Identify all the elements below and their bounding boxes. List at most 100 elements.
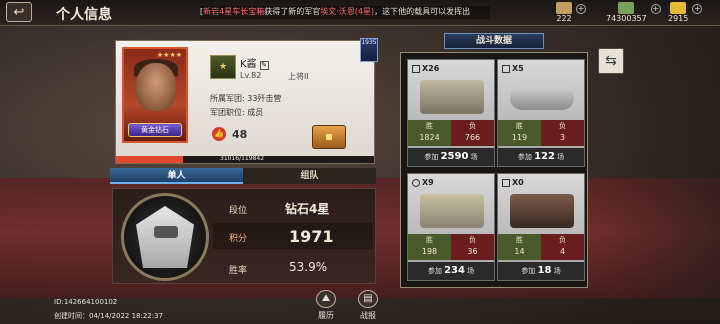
- avatar[interactable]: ★★★★ 黄金钻石: [122, 47, 188, 143]
- battle-data-title: 战斗数据: [444, 33, 544, 49]
- join-label: 参加: [424, 153, 439, 161]
- unit-count: X26: [412, 64, 439, 73]
- battle-report-button[interactable]: ▤ 战报: [348, 290, 388, 321]
- lose-label: 负: [469, 122, 476, 130]
- back-button[interactable]: ↩: [6, 2, 32, 22]
- unit-count: X0: [502, 178, 524, 187]
- tab-team[interactable]: 组队: [243, 168, 376, 184]
- winrate-value: 53.9%: [289, 260, 328, 274]
- share-button[interactable]: ⇆: [598, 48, 624, 74]
- rank-medal-icon: [121, 193, 209, 281]
- share-icon: ⇆: [605, 53, 617, 69]
- helicopter-icon: [502, 64, 510, 73]
- unit-stats: 胜 14 负4: [498, 234, 584, 260]
- chest-icon[interactable]: [312, 125, 346, 149]
- unit-count-text: X9: [422, 178, 434, 187]
- unit-card-helicopter[interactable]: X5 胜 119 负3 参加 122 场: [497, 59, 585, 167]
- tier-value: 钻石4星: [285, 202, 330, 216]
- lose-label: 负: [559, 122, 566, 130]
- losses-cell: 负 766: [451, 120, 494, 146]
- tab-solo[interactable]: 单人: [110, 168, 243, 184]
- resource-cash-value: 74300357: [606, 14, 647, 23]
- profile-card: ★★★★ 黄金钻石 ★ K酱 ✎ Lv.82 上将II 所属军团: 33歼击营 军…: [115, 40, 375, 164]
- resource-medals-value: 222: [556, 14, 572, 23]
- history-icon: ⛰: [316, 290, 336, 308]
- avatar-badge: 黄金钻石: [128, 123, 182, 137]
- resource-gold: 2915 +: [668, 2, 703, 23]
- unit-count-text: X5: [512, 64, 524, 73]
- resource-cash: 74300357 +: [606, 2, 661, 23]
- ifv-image: [420, 194, 484, 228]
- score-label: 积分: [229, 234, 248, 244]
- losses-cell: 负3: [541, 120, 584, 146]
- player-id: ID:142664100102: [54, 298, 118, 306]
- wins-value: 119: [511, 133, 528, 142]
- unit-total: 参加 234 场: [408, 262, 494, 280]
- add-medals-button[interactable]: +: [576, 4, 586, 14]
- losses-value: 766: [464, 133, 481, 142]
- gold-icon: [670, 2, 687, 14]
- artillery-image: [510, 194, 574, 228]
- likes[interactable]: 👍 48: [212, 127, 247, 141]
- flag-icon: 1935: [360, 38, 378, 62]
- wins-cell: 胜 198: [408, 234, 451, 260]
- player-level: Lv.82: [240, 71, 262, 80]
- unit-count-text: X0: [512, 178, 524, 187]
- edit-name-icon[interactable]: ✎: [259, 61, 269, 70]
- avatar-stars: ★★★★: [156, 51, 182, 59]
- wins-cell: 胜 119: [498, 120, 541, 146]
- wins-cell: 胜 14: [498, 234, 541, 260]
- exp-progress-fill: [116, 156, 183, 163]
- helicopter-image: [510, 86, 574, 110]
- rank-insignia-icon: ★: [210, 55, 236, 79]
- medal-icon: [556, 2, 572, 14]
- losses-cell: 负 36: [451, 234, 494, 260]
- battle-data-panel: X26 胜 1824 负 766 参加 2590 场 X5 胜 119 负3 参加 1…: [400, 52, 588, 288]
- unit-card-artillery[interactable]: X0 胜 14 负4 参加 18 场: [497, 173, 585, 281]
- unit-stats: 胜 1824 负 766: [408, 120, 494, 146]
- thumbs-up-icon: 👍: [212, 127, 226, 141]
- broadcast-marquee: [新岩4星车长宝箱获得了新的军官埃文·沃恩(4星)，这下他的载具可以发挥出: [200, 6, 490, 19]
- player-corps: 所属军团: 33歼击营: [210, 94, 282, 103]
- rank-panel: 段位 钻石4星 积分 1971 胜率 53.9%: [112, 188, 376, 284]
- total-value: 234: [444, 265, 465, 276]
- ifv-icon: [412, 178, 420, 187]
- cash-icon: [618, 2, 635, 14]
- unit-total: 参加 122 场: [498, 148, 584, 166]
- win-label: 胜: [516, 236, 523, 244]
- times-label: 场: [470, 153, 478, 161]
- wins-value: 14: [514, 247, 525, 256]
- unit-card-ifv[interactable]: X9 胜 198 负 36 参加 234 场: [407, 173, 495, 281]
- unit-card-tank[interactable]: X26 胜 1824 负 766 参加 2590 场: [407, 59, 495, 167]
- medal-tank-icon: [154, 226, 178, 238]
- history-button[interactable]: ⛰ 履历: [306, 290, 346, 321]
- join-label: 参加: [427, 267, 442, 275]
- marquee-officer: 埃文·沃恩(4星): [320, 7, 375, 16]
- marquee-mid: 获得了新的军官: [264, 7, 321, 16]
- marquee-item-name: 新岩4星车长宝箱: [203, 7, 265, 16]
- lose-label: 负: [559, 236, 566, 244]
- unit-total: 参加 2590 场: [408, 148, 494, 166]
- battle-report-label: 战报: [360, 311, 376, 320]
- add-gold-button[interactable]: +: [692, 4, 703, 14]
- tank-icon: [412, 64, 420, 73]
- page-title: 个人信息: [56, 7, 112, 23]
- losses-value: 3: [559, 133, 566, 142]
- player-name: K酱 ✎: [240, 55, 269, 70]
- join-label: 参加: [521, 267, 536, 275]
- exp-progress-text: 31016/119842: [220, 155, 265, 162]
- win-label: 胜: [516, 122, 523, 130]
- tank-image: [420, 80, 484, 114]
- times-label: 场: [557, 153, 565, 161]
- player-rank-title: 上将II: [288, 72, 309, 81]
- wins-value: 198: [421, 247, 438, 256]
- winrate-label: 胜率: [229, 266, 248, 276]
- artillery-icon: [502, 178, 510, 187]
- resource-gold-value: 2915: [668, 14, 689, 23]
- unit-stats: 胜 119 负3: [498, 120, 584, 146]
- lose-label: 负: [469, 236, 476, 244]
- created-time: 创建时间：04/14/2022 18:22:37: [54, 312, 164, 320]
- total-value: 18: [537, 265, 552, 276]
- player-duty: 军团职位: 成员: [210, 108, 264, 117]
- add-cash-button[interactable]: +: [650, 4, 661, 14]
